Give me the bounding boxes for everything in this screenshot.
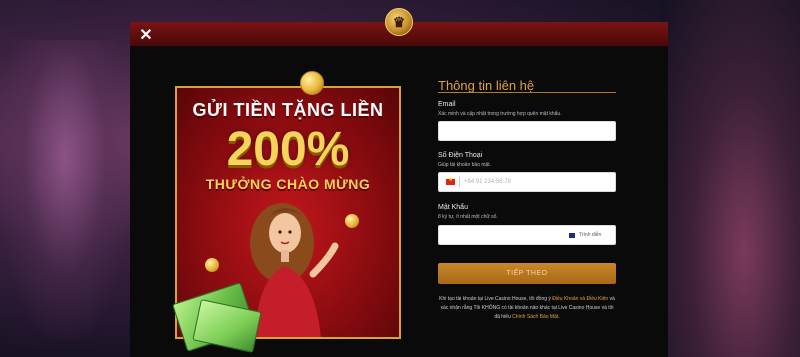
terms-part3: . [558, 314, 560, 320]
phone-placeholder: +84 91 234 56 78 [464, 179, 511, 185]
phone-hint: Giúp tài khoản bảo mật. [438, 162, 492, 168]
phone-separator [459, 177, 460, 187]
coin-icon [300, 71, 324, 95]
promo-percent: 200% [226, 123, 350, 176]
terms-part1: Khi tạo tài khoản tại Live Casino House,… [439, 296, 553, 302]
eye-icon [569, 232, 575, 238]
coin-icon [345, 214, 359, 228]
email-label: Email [438, 101, 456, 108]
email-hint: Xác minh và cập nhật trong trường hợp qu… [438, 111, 562, 117]
coin-icon [205, 258, 219, 272]
next-button[interactable]: TIẾP THEO [438, 263, 616, 284]
form-title: Thông tin liên hệ [438, 78, 535, 93]
terms-link[interactable]: Điều Khoản và Điều Kiện [552, 296, 608, 302]
password-label: Mật Khẩu [438, 204, 468, 211]
privacy-policy-link[interactable]: Chính Sách Bảo Mật [512, 314, 558, 320]
promo-headline: GỬI TIỀN TẶNG LIỀN [192, 100, 384, 120]
close-button[interactable]: ✕ [138, 28, 154, 44]
background-right [660, 0, 800, 357]
terms-text: Khi tạo tài khoản tại Live Casino House,… [438, 295, 616, 322]
title-divider [438, 92, 616, 93]
brand-logo-icon: ♛ [385, 8, 413, 36]
show-password-label: Trình diễn [579, 232, 602, 238]
show-password-toggle[interactable]: Trình diễn [569, 232, 601, 238]
background-tree [0, 40, 130, 340]
email-field[interactable] [438, 121, 616, 141]
vietnam-flag-icon[interactable] [446, 176, 455, 185]
password-hint: 8 ký tự, ít nhất một chữ số. [438, 214, 498, 220]
phone-label: Số Điện Thoại [438, 152, 483, 159]
